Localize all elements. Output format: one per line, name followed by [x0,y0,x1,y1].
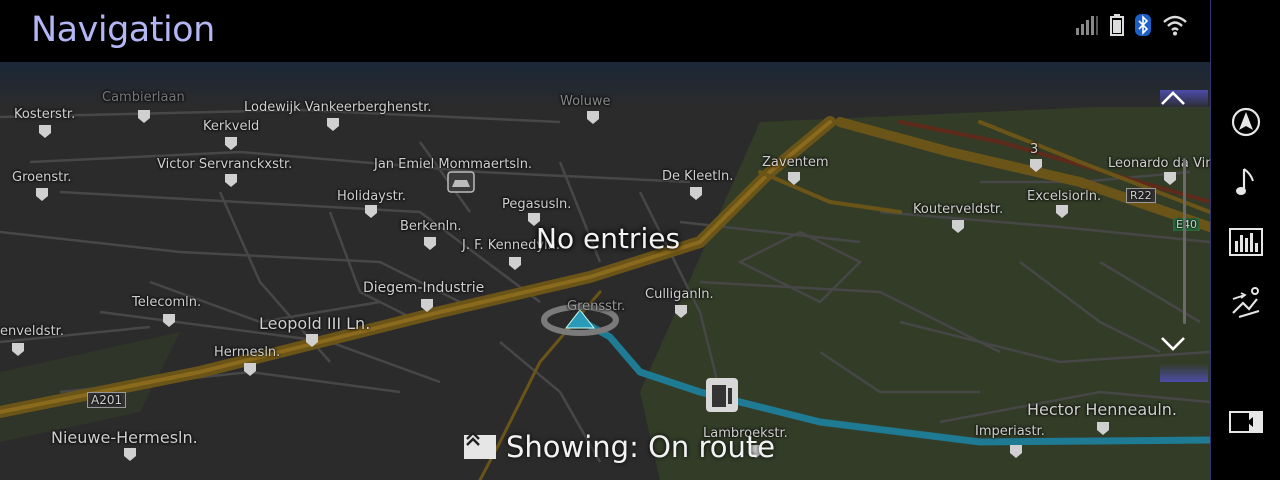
signal-icon [1075,14,1099,40]
street-label: Groenstr. [12,170,72,185]
street-label: Zaventem [762,155,829,170]
street-label: Culliganln. [645,287,714,302]
equalizer-icon [1229,228,1263,256]
street-label: Berkenln. [400,219,462,234]
battery-icon [1110,14,1124,40]
street-label: Diegem-Industrie [363,280,485,296]
seat-climate-icon [1232,287,1260,318]
street-label: De Kleetln. [662,169,734,184]
street-label: Excelsiorln. [1027,189,1102,204]
road-number-badge: A201 [87,392,127,408]
wifi-icon [1162,14,1188,40]
showing-label: Showing: On route [506,430,776,464]
double-chevron-up-icon [464,431,496,459]
street-label: Hector Henneauln. [1027,400,1178,419]
street-label: enveldstr. [0,324,64,339]
street-label: Kosterstr. [14,107,76,122]
scroll-up-button[interactable] [1160,90,1208,136]
fuel-station-icon [706,378,738,412]
map-view[interactable]: Kosterstr. Cambierlaan Lodewijk Vankeerb… [0,62,1210,480]
street-label: Imperiastr. [975,424,1045,439]
street-label: Victor Servranckxstr. [157,157,293,172]
street-label: Kerkveld [203,119,260,134]
navigation-icon [1231,107,1261,137]
music-note-icon [1236,168,1254,195]
street-label: Hermesln. [214,345,281,360]
scroll-down-button[interactable] [1160,336,1208,382]
page-title: Navigation [31,10,215,50]
road-number-badge: R22 [1126,188,1156,203]
road-number-badge: E40 [1173,218,1200,231]
street-label: Cambierlaan [102,90,185,105]
bluetooth-icon [1135,14,1151,40]
street-label: Lodewijk Vankeerberghenstr. [244,100,432,115]
street-label: Leopold III Ln. [259,314,371,333]
showing-filter-button[interactable]: Showing: On route [464,430,775,464]
empty-list-message: No entries [536,222,681,255]
street-label: Woluwe [560,94,611,109]
street-label: Nieuwe-Hermesln. [51,428,198,447]
sidebar-climate-button[interactable] [1211,277,1280,327]
sidebar-audio-button[interactable] [1211,157,1280,207]
scrollbar[interactable] [1183,158,1186,324]
header-bar: Navigation [0,0,1210,62]
street-label: Telecomln. [132,295,202,310]
sidebar-navigation-button[interactable] [1211,97,1280,147]
chevron-down-icon [1161,337,1185,351]
street-label: Jan Emiel Mommaertsln. [374,157,533,172]
street-label: Grensstr. [567,299,626,314]
right-sidebar [1210,0,1280,480]
screen-split-icon [1229,411,1263,433]
car-service-icon [447,171,475,193]
street-label: Holidaystr. [337,189,407,204]
street-label: Pegasusln. [502,197,572,212]
street-label: Leonardo da Vin [1108,156,1210,171]
status-icons [1075,14,1188,40]
sidebar-screen-button[interactable] [1211,397,1280,447]
chevron-up-icon [1161,91,1185,105]
street-label: Kouterveldstr. [913,202,1004,217]
exit-number: 3 [1030,142,1039,157]
sidebar-sound-button[interactable] [1211,217,1280,267]
